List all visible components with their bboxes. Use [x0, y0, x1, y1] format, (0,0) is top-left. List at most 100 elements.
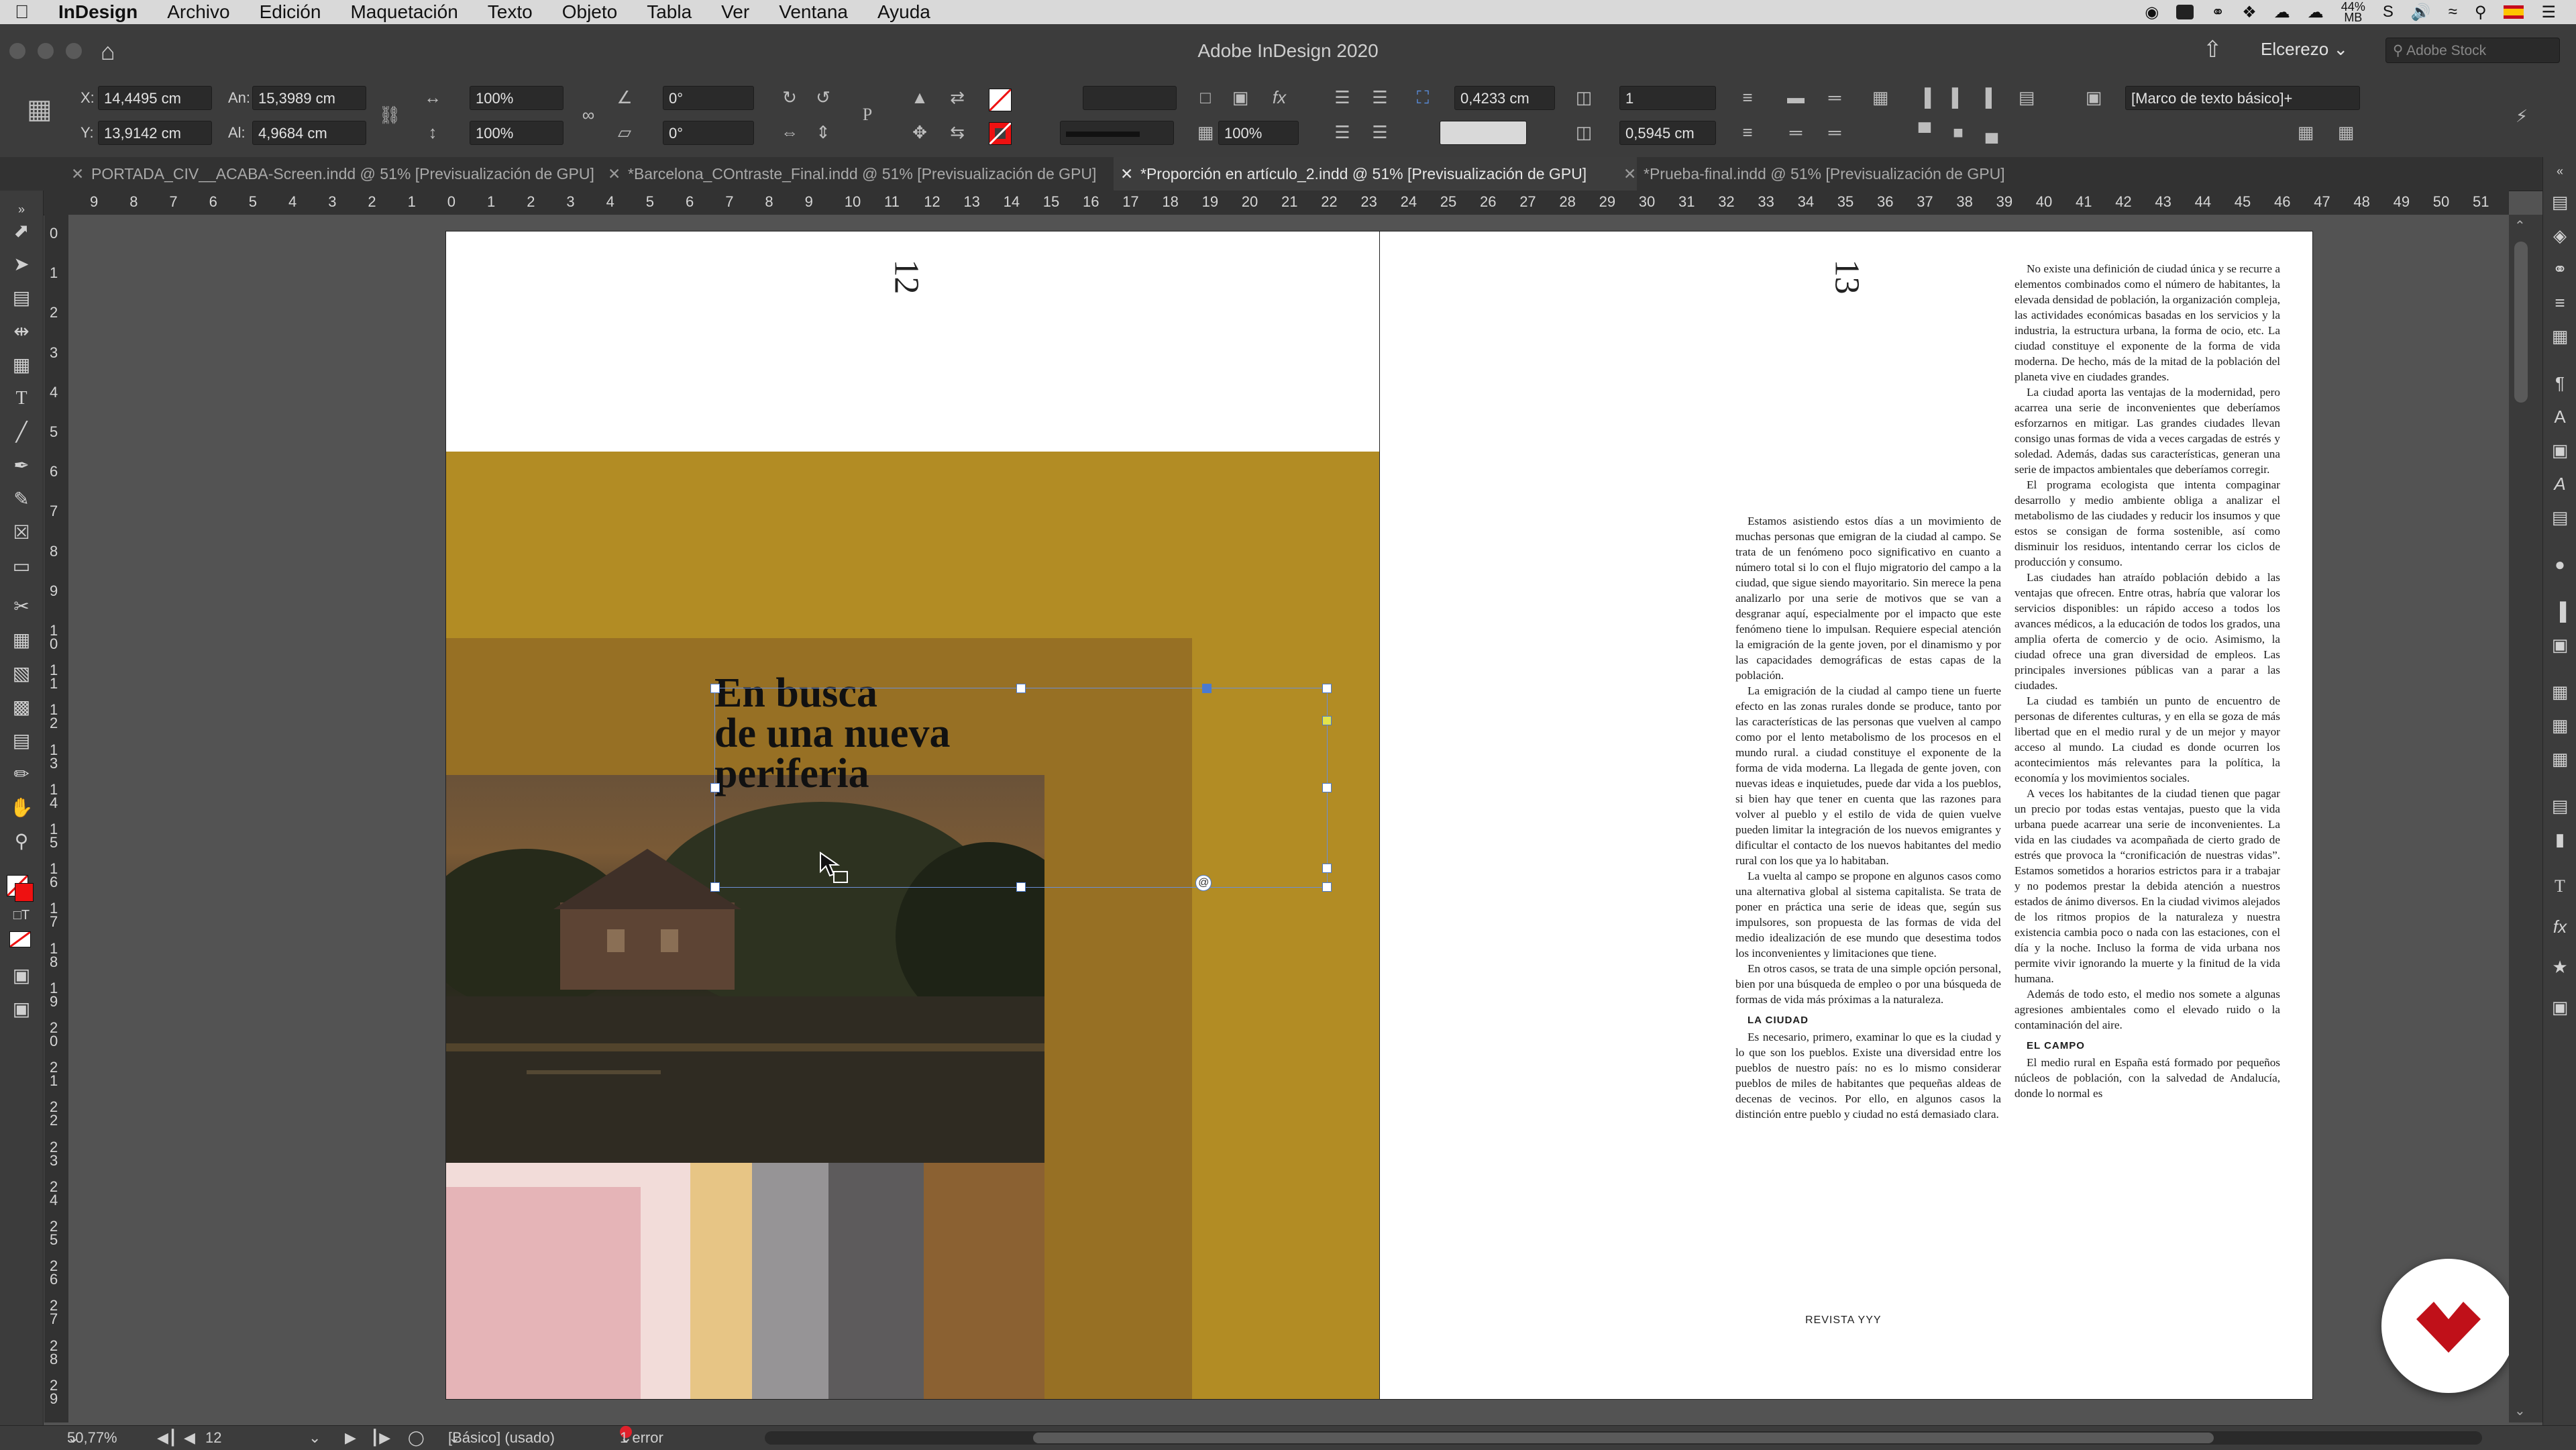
resize-handle[interactable]: [710, 783, 720, 792]
constrain-proportions-icon[interactable]: ⛓: [378, 103, 401, 126]
layers-panel-icon[interactable]: ◈: [2548, 224, 2571, 247]
text-frame-options-icon[interactable]: P: [856, 103, 879, 126]
horizontal-ruler[interactable]: 9 8 7 6 5 4 3 2 1 0 1 2 3 4 5 6 7 8 9 10 11 12 13 14 15 16 17 18 19 2…: [50, 191, 2509, 215]
last-page-icon[interactable]: ┃▶: [370, 1426, 390, 1450]
rectangle-frame-tool[interactable]: ☒: [8, 519, 35, 546]
fx-panel-icon[interactable]: fx: [2548, 915, 2571, 938]
pages-panel-icon[interactable]: ▤: [2548, 191, 2571, 213]
glyphs-panel-icon[interactable]: A: [2548, 472, 2571, 495]
gradient-feather-tool[interactable]: ▩: [8, 694, 35, 721]
out-port-handle[interactable]: [1322, 864, 1332, 873]
close-tab-icon[interactable]: ✕: [1120, 157, 1133, 191]
height-field[interactable]: 4,9684 cm: [252, 121, 366, 145]
tab-barcelona[interactable]: ✕ *Barcelona_COntraste_Final.indd @ 51% […: [601, 157, 1138, 191]
prev-page-icon[interactable]: ◀: [184, 1426, 195, 1450]
align-center-icon[interactable]: ☰: [1368, 86, 1391, 109]
text-wrap-none-icon[interactable]: ▬: [1784, 86, 1807, 109]
apple-icon[interactable]: : [0, 1, 44, 23]
distribute-icon[interactable]: ▤: [2015, 86, 2038, 109]
selection-tool[interactable]: ⬈: [8, 217, 35, 244]
free-transform-tool[interactable]: ▦: [8, 627, 35, 654]
scale-y-field[interactable]: 100%: [470, 121, 564, 145]
swatch-sand[interactable]: [690, 1163, 752, 1399]
effects-icon[interactable]: fx: [1268, 86, 1291, 109]
apply-none-icon[interactable]: [9, 931, 31, 948]
auto-size-icon[interactable]: ⛶: [1411, 86, 1434, 109]
flag-es-icon[interactable]: [2504, 5, 2524, 19]
resize-handle[interactable]: [1016, 882, 1026, 892]
scissors-tool[interactable]: ✂: [8, 593, 35, 620]
menu-edicion[interactable]: Edición: [245, 1, 336, 23]
spotlight-icon[interactable]: ⚲: [2475, 3, 2487, 22]
preview-mode-icon[interactable]: ▣: [8, 996, 35, 1023]
in-port-handle[interactable]: [1202, 684, 1212, 693]
justify-vertical-icon[interactable]: ☰: [1368, 121, 1391, 144]
select-previous-icon[interactable]: ⇄: [946, 86, 969, 109]
align-h-centers-icon[interactable]: ▌: [1947, 86, 1970, 109]
hand-tool[interactable]: ✋: [8, 794, 35, 821]
menu-app-name[interactable]: InDesign: [44, 1, 152, 23]
stroke-swatch[interactable]: [988, 121, 1012, 146]
next-page-icon[interactable]: ▶: [345, 1426, 356, 1450]
scale-x-field[interactable]: 100%: [470, 86, 564, 110]
scroll-down-icon[interactable]: ⌄: [2514, 1402, 2526, 1419]
volume-icon[interactable]: 🔊: [2411, 3, 2431, 22]
text-wrap-object-icon[interactable]: ═: [1823, 86, 1846, 109]
zoom-level[interactable]: 50,77% ⌄: [67, 1426, 117, 1450]
left-page[interactable]: 12 En busca de una nueva periferia @: [445, 231, 1381, 1400]
text-frame-selection[interactable]: @: [710, 684, 1332, 892]
note-tool[interactable]: ▤: [8, 727, 35, 754]
stroke-weight-field[interactable]: [1083, 86, 1177, 110]
dropbox-icon[interactable]: ❖: [2242, 3, 2257, 22]
page-tool[interactable]: ▤: [8, 284, 35, 311]
tab-proporcion[interactable]: ✕ *Proporción en artículo_2.indd @ 51% [P…: [1114, 157, 1637, 191]
content-collector-tool[interactable]: ▦: [8, 352, 35, 378]
resize-handle[interactable]: [710, 882, 720, 892]
adobe-stock-search[interactable]: ⚲ Adobe Stock: [2385, 38, 2560, 63]
swatch-gray[interactable]: [752, 1163, 828, 1399]
paragraph-align-icon[interactable]: ≡: [1736, 86, 1759, 109]
libraries-panel-icon[interactable]: ▦: [2548, 680, 2571, 703]
resize-handle[interactable]: [1016, 684, 1026, 693]
cc-libraries-icon[interactable]: ▦: [2548, 714, 2571, 737]
menu-texto[interactable]: Texto: [473, 1, 547, 23]
select-content-icon[interactable]: ✥: [908, 121, 931, 144]
pathfinder-panel-icon[interactable]: ▣: [2548, 633, 2571, 656]
gutter-field[interactable]: 0,5945 cm: [1619, 121, 1716, 145]
resize-handle[interactable]: [710, 684, 720, 693]
character-styles-icon[interactable]: A: [2548, 405, 2571, 428]
align-bottom-edges-icon[interactable]: ▄: [1980, 121, 2003, 144]
vertical-scrollbar[interactable]: ⌃ ⌄: [2509, 215, 2542, 1422]
x-position-field[interactable]: 14,4495 cm: [98, 86, 212, 110]
columns-field[interactable]: 1: [1619, 86, 1716, 110]
quick-apply-icon[interactable]: ⚡: [2510, 105, 2533, 127]
dock-collapse-icon[interactable]: «: [2548, 160, 2571, 183]
select-next-icon[interactable]: ⇆: [946, 121, 969, 144]
preflight-status[interactable]: 1 error ⌄: [620, 1426, 663, 1450]
redefine-style-icon[interactable]: ▦: [2334, 121, 2357, 144]
align-panel-icon[interactable]: ▐: [2548, 600, 2571, 623]
first-page-icon[interactable]: ◀┃: [157, 1426, 177, 1450]
object-style-dropdown[interactable]: [Marco de texto básico]+: [2125, 86, 2360, 110]
swatch-brown[interactable]: [924, 1163, 1044, 1399]
text-wrap-box-icon[interactable]: ═: [1784, 121, 1807, 144]
wifi-icon[interactable]: ≈: [2449, 3, 2457, 21]
battery-indicator[interactable]: 44% MB: [2341, 1, 2365, 23]
pasteboard[interactable]: 12 En busca de una nueva periferia @ 13 …: [68, 215, 2516, 1422]
cloud-icon[interactable]: ☁: [2274, 3, 2290, 22]
display-icon[interactable]: [2176, 5, 2194, 19]
menu-archivo[interactable]: Archivo: [152, 1, 244, 23]
tab-prueba-final[interactable]: ✕ *Prueba-final.indd @ 51% [Previsualizac…: [1617, 157, 2113, 191]
rectangle-tool[interactable]: ▭: [8, 553, 35, 580]
bookmarks-panel-icon[interactable]: ▮: [2548, 828, 2571, 851]
right-page[interactable]: 13 Estamos asistiendo estos días a un mo…: [1379, 231, 2313, 1400]
text-wrap-jump-icon[interactable]: ═: [1823, 121, 1846, 144]
eyedropper-tool[interactable]: ✏: [8, 761, 35, 788]
formatting-affects-icon[interactable]: □T: [8, 902, 35, 929]
pen-tool[interactable]: ✒: [8, 452, 35, 479]
open-page-icon[interactable]: ◯: [408, 1426, 425, 1450]
align-bottom-icon[interactable]: ☰: [1331, 121, 1354, 144]
object-styles-icon[interactable]: ▣: [2548, 439, 2571, 462]
menu-objeto[interactable]: Objeto: [547, 1, 633, 23]
rotate-cw-icon[interactable]: ↻: [778, 86, 801, 109]
